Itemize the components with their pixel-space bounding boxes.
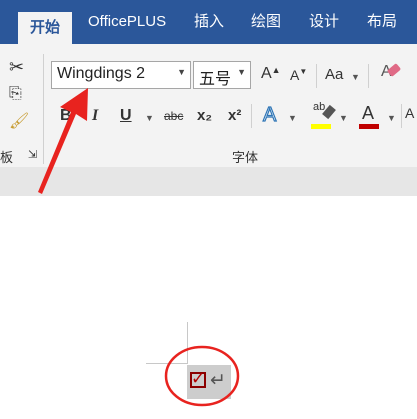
clipboard-group-label: 板 [0,150,14,165]
tab-layout[interactable]: 布局 [367,0,397,44]
divider [251,104,252,128]
underline-button[interactable]: U [120,108,132,124]
bold-button[interactable]: B [60,108,72,124]
tab-officeplus[interactable]: OfficePLUS [88,0,166,44]
font-color-button[interactable]: A [362,104,374,122]
copy-icon[interactable]: ⎘ [9,86,22,102]
grow-font-label: A [261,65,272,82]
text-effects-button[interactable]: A [262,104,277,125]
ribbon-tab-bar: 开始 OfficePLUS 插入 绘图 设计 布局 [0,0,417,44]
group-separator [43,54,44,164]
paragraph-mark-icon: ↵ [210,370,226,391]
tab-home[interactable]: 开始 [18,12,73,44]
caret-down-icon: ▼ [299,67,308,76]
font-group-label: 字体 [232,150,259,165]
chevron-down-icon[interactable]: ▼ [237,67,246,77]
strikethrough-button[interactable]: abc [164,110,183,122]
clear-formatting-button[interactable]: A [381,63,402,80]
chevron-down-icon[interactable]: ▼ [387,113,396,123]
chevron-down-icon[interactable]: ▼ [288,113,297,123]
divider [316,64,317,88]
ruler-band [0,167,417,196]
font-name-combobox[interactable]: Wingdings 2 ▼ [51,61,191,89]
format-painter-icon[interactable]: 🖌 [9,114,29,130]
caret-up-icon: ▲ [271,65,281,75]
grow-font-button[interactable]: A▲ [261,66,281,82]
font-color-bar [359,124,379,129]
tab-design[interactable]: 设计 [309,0,339,44]
change-case-button[interactable]: Aa [325,67,343,82]
highlight-color-bar [311,124,331,129]
shrink-font-label: A [290,67,300,83]
margin-corner-mark [146,363,188,364]
chevron-down-icon[interactable]: ▼ [145,113,154,123]
ribbon-panel: ✂ ⎘ 🖌 板 ⇲ Wingdings 2 ▼ 五号 ▼ A▲ A▼ Aa ▼ … [0,44,417,168]
font-name-value: Wingdings 2 [57,65,146,82]
tab-insert[interactable]: 插入 [194,0,224,44]
check-mark-icon: ✓ [191,369,206,388]
chevron-down-icon[interactable]: ▼ [339,113,348,123]
italic-button[interactable]: I [92,108,98,124]
cut-icon[interactable]: ✂ [9,58,24,76]
font-size-combobox[interactable]: 五号 ▼ [193,61,251,89]
font-size-value: 五号 [199,71,232,88]
chevron-down-icon[interactable]: ▼ [177,67,186,77]
character-shading-button[interactable]: A [405,106,414,120]
checked-box-symbol[interactable]: ✓ [190,369,206,388]
tab-draw[interactable]: 绘图 [251,0,281,44]
highlight-button[interactable]: ab [313,102,336,120]
chevron-down-icon[interactable]: ▼ [351,72,360,82]
clipboard-dialog-launcher-icon[interactable]: ⇲ [28,150,37,161]
divider [401,104,402,128]
superscript-button[interactable]: x² [228,108,241,123]
subscript-button[interactable]: x₂ [197,108,212,123]
margin-corner-mark [187,322,188,364]
shrink-font-button[interactable]: A▼ [290,67,308,83]
divider [368,64,369,88]
